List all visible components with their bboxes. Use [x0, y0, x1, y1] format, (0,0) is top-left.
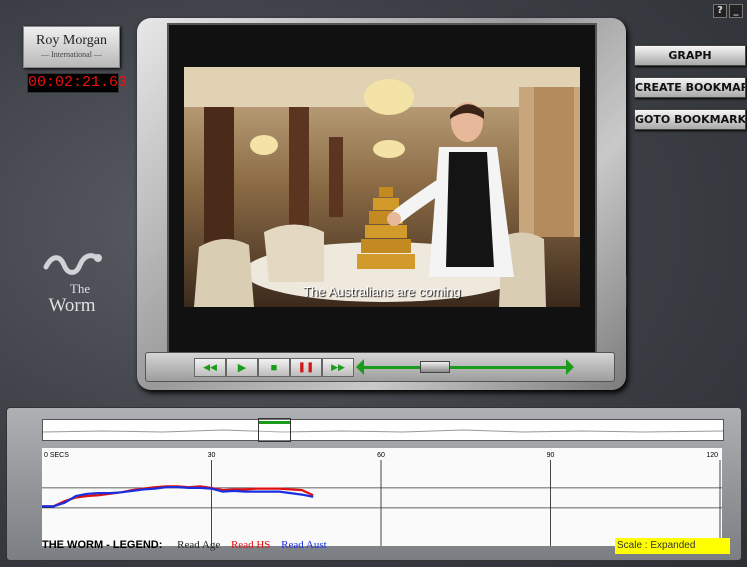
fast-forward-button[interactable]: ▶▶: [322, 358, 354, 377]
roy-morgan-logo: Roy Morgan — International —: [23, 26, 120, 68]
worm-chart: 0 SECS 30 60 90 120: [42, 448, 722, 546]
legend: THE WORM - LEGEND: Read Age Read HS Read…: [42, 539, 335, 551]
x-tick-label: 90: [547, 452, 555, 459]
play-button[interactable]: ▶: [226, 358, 258, 377]
seek-left-arrow-icon[interactable]: [356, 359, 364, 375]
seek-thumb[interactable]: [420, 361, 451, 373]
logo-subtitle: — International —: [41, 50, 102, 59]
graph-button[interactable]: GRAPH: [634, 45, 746, 66]
stop-button[interactable]: ■: [258, 358, 290, 377]
scale-indicator: Scale : Expanded: [615, 538, 730, 554]
play-icon: ▶: [237, 362, 247, 374]
legend-read-age: Read Age: [177, 539, 221, 551]
help-button[interactable]: ?: [713, 4, 727, 18]
rewind-button[interactable]: ◀◀: [194, 358, 226, 377]
x-tick-label: 120: [706, 452, 718, 459]
worm-head-icon: [94, 254, 102, 262]
pause-icon: ❚❚: [297, 362, 315, 373]
overview-window-thumb[interactable]: [257, 418, 291, 442]
seek-track: [364, 366, 566, 369]
stop-icon: ■: [270, 361, 278, 374]
worm-graph-panel: 0 SECS 30 60 90 120 THE WORM - LEGEND: Read …: [6, 407, 742, 561]
seek-slider[interactable]: [356, 359, 574, 375]
seek-right-arrow-icon[interactable]: [566, 359, 574, 375]
minimize-button[interactable]: _: [729, 4, 743, 18]
rewind-icon: ◀◀: [203, 362, 217, 372]
window-controls: ? _: [713, 4, 743, 18]
overview-trace: [42, 429, 724, 433]
transport-bar: ◀◀ ▶ ■ ❚❚ ▶▶: [145, 352, 615, 382]
video-frame-image: [184, 67, 580, 307]
create-bookmark-button[interactable]: CREATE BOOKMARK: [634, 77, 746, 98]
the-worm-logo: The Worm: [43, 253, 102, 316]
worm-logo-line1: The: [70, 281, 90, 296]
x-tick-label: 30: [208, 452, 216, 459]
legend-read-aust: Read Aust: [281, 539, 327, 551]
goto-bookmark-button[interactable]: GOTO BOOKMARK: [634, 109, 746, 130]
pause-button[interactable]: ❚❚: [290, 358, 322, 377]
worm-icon: [43, 253, 101, 275]
logo-name: Roy Morgan: [36, 33, 107, 48]
video-screen: The Australians are coming: [167, 23, 597, 362]
legend-read-hs: Read HS: [230, 539, 271, 551]
video-player[interactable]: The Australians are coming: [184, 67, 580, 307]
legend-title: THE WORM - LEGEND:: [42, 539, 163, 551]
overview-strip[interactable]: [42, 418, 724, 442]
video-frame: The Australians are coming: [137, 18, 626, 390]
x-tick-label: 60: [377, 452, 385, 459]
elapsed-timer: 00:02:21.63: [27, 73, 128, 93]
worm-logo-line2: Worm: [48, 295, 95, 316]
fast-forward-icon: ▶▶: [331, 362, 345, 372]
x-tick-label-0: 0 SECS: [44, 452, 69, 459]
video-subtitle: The Australians are coming: [303, 284, 461, 299]
